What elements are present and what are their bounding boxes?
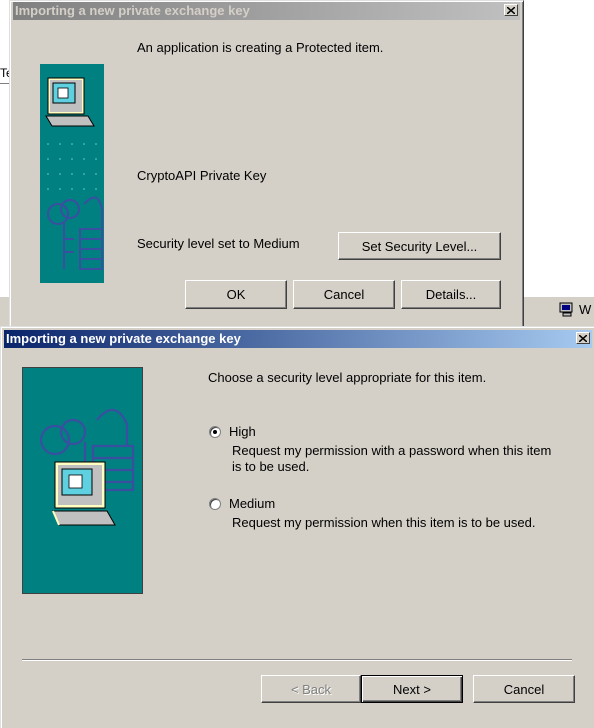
protected-item-illustration — [40, 64, 104, 283]
radio-selected-dot — [213, 430, 217, 434]
cancel-button[interactable]: Cancel — [473, 675, 575, 703]
next-button[interactable]: Next > — [361, 675, 463, 703]
medium-option-label[interactable]: Medium — [229, 496, 275, 511]
protected-item-name: CryptoAPI Private Key — [137, 168, 267, 183]
button-separator — [22, 659, 572, 661]
computer-key-illustration-icon — [45, 77, 103, 270]
close-button[interactable] — [576, 332, 590, 344]
cancel-label: Cancel — [503, 681, 545, 697]
cancel-label: Cancel — [323, 287, 365, 302]
desktop: Te W Importing a new private exchange ke… — [0, 0, 594, 728]
details-button[interactable]: Details... — [401, 280, 501, 309]
computer-lock-illustration-icon — [39, 408, 135, 526]
next-label: Next > — [393, 681, 431, 697]
set-security-level-button[interactable]: Set Security Level... — [338, 232, 501, 260]
cancel-button[interactable]: Cancel — [293, 280, 395, 309]
security-level-illustration — [22, 367, 143, 594]
details-label: Details... — [425, 287, 477, 302]
protected-item-message: An application is creating a Protected i… — [137, 40, 384, 55]
medium-radio[interactable] — [209, 498, 221, 510]
close-button[interactable] — [504, 4, 518, 16]
security-level-dialog-title: Importing a new private exchange key — [6, 331, 241, 346]
security-level-dialog: Importing a new private exchange key Cho… — [0, 326, 594, 728]
computer-tray-icon[interactable] — [558, 301, 576, 319]
close-icon — [579, 334, 587, 342]
high-option-description: Request my permission with a password wh… — [232, 443, 552, 458]
tray-label: W — [579, 302, 592, 317]
medium-option-description: Request my permission when this item is … — [232, 515, 536, 530]
close-icon — [507, 6, 515, 14]
protected-item-dialog: Importing a new private exchange key An … — [9, 0, 524, 328]
high-option-label[interactable]: High — [229, 424, 256, 439]
security-prompt: Choose a security level appropriate for … — [208, 370, 487, 385]
high-radio[interactable] — [209, 426, 221, 438]
back-button[interactable]: < Back — [261, 675, 361, 703]
security-level-status: Security level set to Medium — [137, 236, 300, 251]
ok-button[interactable]: OK — [185, 280, 287, 309]
ok-label: OK — [226, 287, 246, 302]
protected-item-dialog-titlebar[interactable]: Importing a new private exchange key — [13, 2, 520, 20]
protected-item-dialog-title: Importing a new private exchange key — [15, 3, 250, 18]
back-label: < Back — [290, 681, 332, 697]
set-security-level-label: Set Security Level... — [361, 238, 478, 254]
high-option-description-cont: is to be used. — [232, 459, 310, 474]
security-level-dialog-titlebar[interactable]: Importing a new private exchange key — [4, 330, 592, 348]
